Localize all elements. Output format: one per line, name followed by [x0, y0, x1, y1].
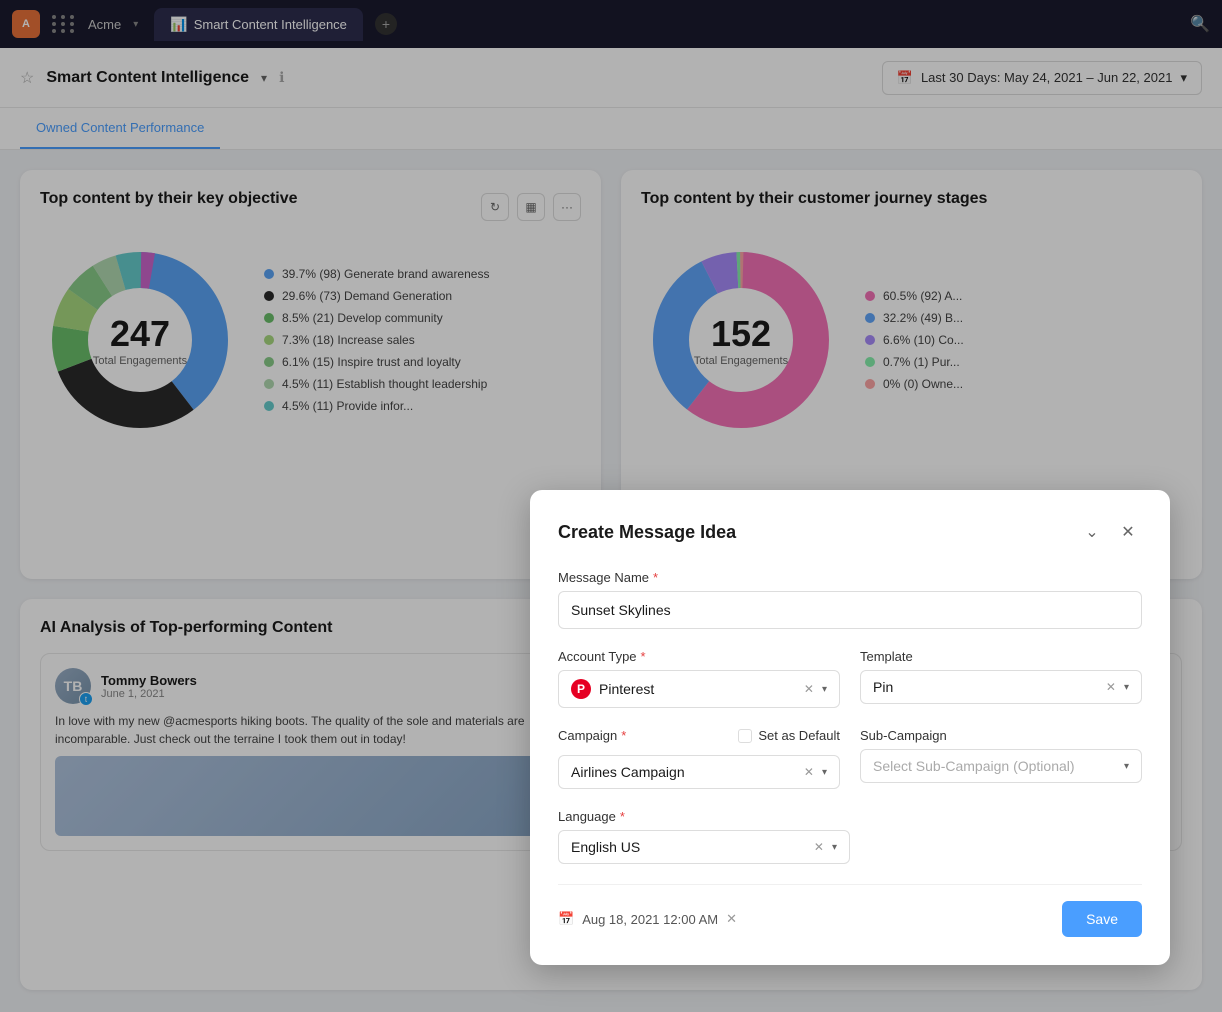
template-label: Template: [860, 649, 1142, 664]
schedule-date-clear-icon[interactable]: ✕: [726, 911, 737, 927]
subcampaign-label: Sub-Campaign: [860, 728, 1142, 743]
language-group: Language * English US ✕ ▾: [558, 809, 1142, 864]
required-indicator: *: [620, 809, 625, 824]
pinterest-icon: P: [571, 679, 591, 699]
language-label: Language *: [558, 809, 1142, 824]
language-value: English US: [571, 839, 806, 855]
campaign-row: Campaign * Set as Default Airlines Campa…: [558, 728, 1142, 789]
required-indicator: *: [653, 570, 658, 585]
language-select[interactable]: English US ✕ ▾: [558, 830, 850, 864]
template-chevron-icon: ▾: [1124, 682, 1129, 693]
subcampaign-placeholder: Select Sub-Campaign (Optional): [873, 758, 1116, 774]
account-template-row: Account Type * P Pinterest ✕ ▾ Template …: [558, 649, 1142, 708]
template-clear-icon[interactable]: ✕: [1106, 680, 1116, 694]
required-indicator: *: [621, 728, 626, 743]
modal-header-actions: ⌄ ✕: [1078, 518, 1142, 546]
account-type-group: Account Type * P Pinterest ✕ ▾: [558, 649, 840, 708]
modal-title: Create Message Idea: [558, 522, 736, 543]
message-name-input[interactable]: [558, 591, 1142, 629]
message-name-group: Message Name *: [558, 570, 1142, 629]
required-indicator: *: [641, 649, 646, 664]
campaign-clear-icon[interactable]: ✕: [804, 765, 814, 779]
language-chevron-icon: ▾: [832, 842, 837, 853]
save-button[interactable]: Save: [1062, 901, 1142, 937]
subcampaign-chevron-icon: ▾: [1124, 761, 1129, 772]
message-name-label: Message Name *: [558, 570, 1142, 585]
account-type-value: Pinterest: [599, 681, 796, 697]
modal-footer: 📅 Aug 18, 2021 12:00 AM ✕ Save: [558, 884, 1142, 937]
schedule-date-text: Aug 18, 2021 12:00 AM: [582, 912, 718, 927]
set-default-label: Set as Default: [758, 728, 840, 743]
campaign-group: Campaign * Set as Default Airlines Campa…: [558, 728, 840, 789]
modal-header: Create Message Idea ⌄ ✕: [558, 518, 1142, 546]
create-message-modal: Create Message Idea ⌄ ✕ Message Name * A…: [530, 490, 1170, 965]
set-default-wrapper: Set as Default: [738, 728, 840, 743]
account-type-label: Account Type *: [558, 649, 840, 664]
modal-close-button[interactable]: ✕: [1114, 518, 1142, 546]
set-default-checkbox[interactable]: [738, 729, 752, 743]
campaign-value: Airlines Campaign: [571, 764, 796, 780]
schedule-calendar-icon: 📅: [558, 911, 574, 927]
template-select[interactable]: Pin ✕ ▾: [860, 670, 1142, 704]
schedule-date-display: 📅 Aug 18, 2021 12:00 AM ✕: [558, 911, 737, 927]
modal-minimize-button[interactable]: ⌄: [1078, 518, 1106, 546]
campaign-chevron-icon: ▾: [822, 767, 827, 778]
subcampaign-select[interactable]: Select Sub-Campaign (Optional) ▾: [860, 749, 1142, 783]
campaign-select[interactable]: Airlines Campaign ✕ ▾: [558, 755, 840, 789]
template-group: Template Pin ✕ ▾: [860, 649, 1142, 708]
account-type-clear-icon[interactable]: ✕: [804, 682, 814, 696]
subcampaign-group: Sub-Campaign Select Sub-Campaign (Option…: [860, 728, 1142, 789]
language-clear-icon[interactable]: ✕: [814, 840, 824, 854]
account-type-chevron-icon: ▾: [822, 684, 827, 695]
campaign-label: Campaign *: [558, 728, 626, 743]
template-value: Pin: [873, 679, 1098, 695]
account-type-select[interactable]: P Pinterest ✕ ▾: [558, 670, 840, 708]
